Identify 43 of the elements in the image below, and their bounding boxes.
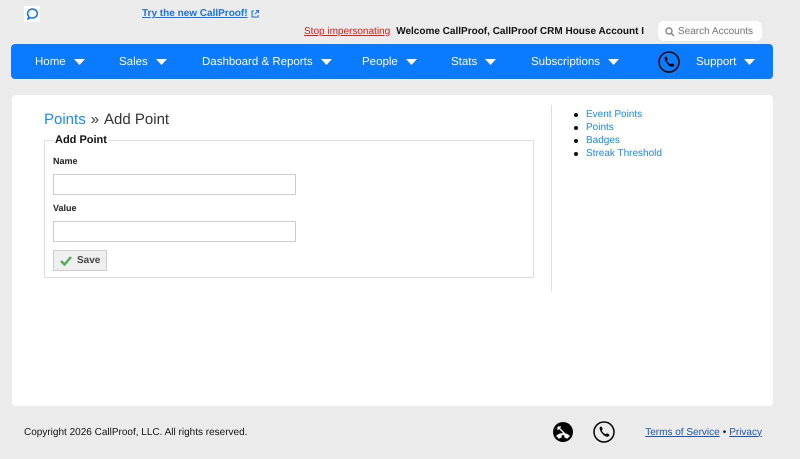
caret-icon: [608, 58, 620, 64]
bullet-icon: [574, 112, 578, 116]
nav-menu-item[interactable]: Stats: [451, 56, 531, 68]
field-label: Value: [53, 203, 78, 213]
breadcrumb-link[interactable]: Points: [44, 111, 86, 128]
caret-icon: [744, 58, 756, 64]
caret-icon: [156, 58, 167, 64]
caret-icon: [485, 58, 496, 64]
copyright-text: Copyright 2026 CallProof, LLC. All rights reserved.: [24, 426, 248, 438]
input-field[interactable]: [53, 221, 296, 242]
nav-menu-item[interactable]: Home: [35, 56, 119, 68]
bullet-icon: [574, 138, 578, 142]
bullet-icon: [574, 126, 578, 130]
sidebar-link[interactable]: Badges: [586, 135, 620, 146]
field-label: Name: [53, 156, 79, 166]
page-title: Add Point: [104, 111, 170, 128]
caret-icon: [74, 58, 85, 64]
external-link-icon: [250, 10, 259, 18]
privacy-link[interactable]: Privacy: [729, 426, 762, 438]
save-button[interactable]: Save: [53, 250, 108, 271]
nav-menu-item[interactable]: Sales: [119, 56, 202, 68]
breadcrumb-separator: »: [90, 111, 100, 128]
caret-icon: [406, 58, 417, 64]
check-icon: [60, 256, 72, 266]
search-field[interactable]: Search Accounts: [658, 21, 762, 41]
sidebar-link[interactable]: Event Points: [586, 109, 642, 120]
form-legend: Add Point: [53, 134, 109, 146]
bullet-icon: [574, 152, 578, 156]
sidebar-link[interactable]: Points: [586, 122, 614, 133]
nav-menu-item[interactable]: Dashboard & Reports: [202, 56, 362, 68]
link-separator: •: [722, 426, 726, 438]
welcome-text: Welcome CallProof, CallProof CRM House Account I: [396, 26, 644, 36]
input-field[interactable]: [53, 174, 296, 195]
try-new-link[interactable]: Try the new CallProof!: [142, 8, 259, 19]
terms-link[interactable]: Terms of Service: [645, 426, 720, 438]
sidebar-link[interactable]: Streak Threshold: [586, 148, 662, 159]
logo-icon[interactable]: [24, 6, 40, 22]
phone-icon[interactable]: [593, 421, 616, 443]
caret-icon: [320, 58, 332, 64]
nav-menu-item[interactable]: Support: [696, 56, 766, 68]
nav-menu-item[interactable]: People: [362, 56, 451, 68]
nav-menu-item[interactable]: Subscriptions: [531, 56, 658, 68]
stop-impersonating-link[interactable]: Stop impersonating: [304, 26, 390, 36]
